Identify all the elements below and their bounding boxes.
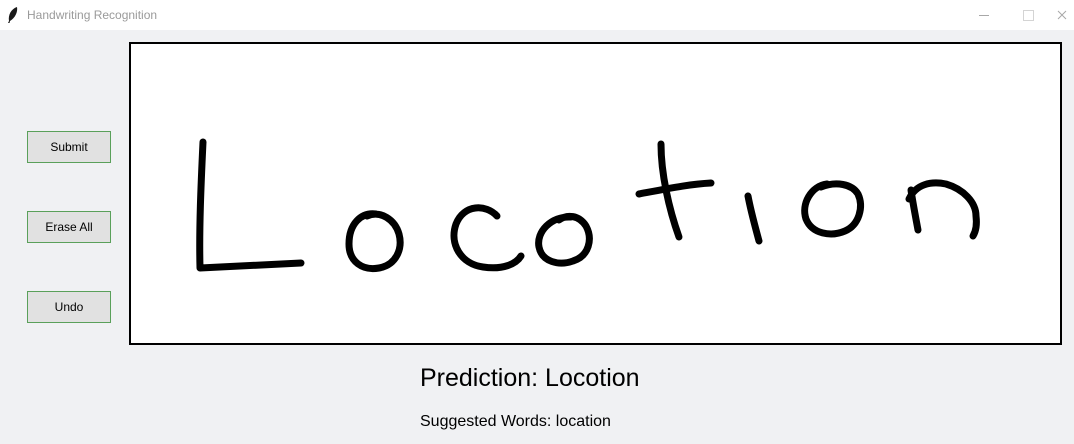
stroke-letter-t1-bar	[635, 179, 715, 198]
drawing-canvas[interactable]	[129, 42, 1062, 345]
suggested-words-label: Suggested Words: location	[420, 413, 611, 430]
stroke-letter-i	[744, 192, 763, 245]
window-title: Handwriting Recognition	[27, 8, 158, 22]
stroke-letter-o2	[535, 212, 593, 267]
maximize-button[interactable]	[1006, 0, 1050, 30]
close-button[interactable]	[1050, 0, 1074, 30]
handwriting-strokes	[196, 138, 980, 273]
close-icon	[1057, 10, 1067, 20]
stroke-letter-c	[450, 204, 525, 272]
erase-all-button[interactable]: Erase All	[27, 211, 111, 243]
stroke-letter-n	[905, 179, 980, 240]
minimize-icon	[979, 14, 989, 16]
title-bar[interactable]: Handwriting Recognition	[0, 0, 1074, 30]
stroke-letter-o3	[801, 180, 864, 238]
app-window: Handwriting Recognition Submit Erase All…	[0, 0, 1074, 444]
stroke-letter-o1	[345, 210, 404, 273]
submit-button[interactable]: Submit	[27, 131, 111, 163]
feather-icon	[8, 7, 18, 23]
minimize-button[interactable]	[962, 0, 1006, 30]
prediction-label: Prediction: Locotion	[420, 364, 640, 392]
maximize-icon	[1022, 9, 1034, 21]
stroke-letter-l	[196, 138, 305, 272]
undo-button[interactable]: Undo	[27, 291, 111, 323]
